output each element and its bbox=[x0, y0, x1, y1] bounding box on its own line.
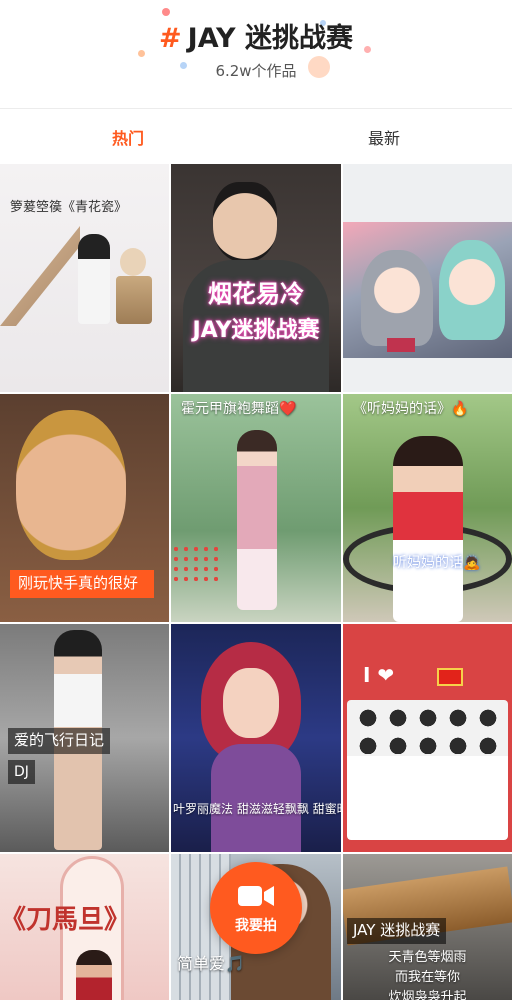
video-caption: 箩萲箜篌《青花瓷》 bbox=[10, 200, 128, 215]
camera-icon bbox=[238, 886, 274, 906]
video-card[interactable]: I ❤ bbox=[343, 624, 512, 852]
video-overlay-text: 听妈妈的话🙇 bbox=[393, 555, 481, 571]
harp-figure bbox=[0, 226, 80, 326]
hashtag-icon: # bbox=[159, 23, 182, 54]
video-lyric: 天青色等烟雨 bbox=[388, 950, 467, 965]
video-card[interactable]: 霍元甲旗袍舞蹈❤️ bbox=[171, 394, 341, 622]
person-head bbox=[213, 182, 277, 262]
header-divider bbox=[0, 108, 512, 109]
anime-character bbox=[439, 240, 505, 340]
anime-character bbox=[361, 250, 433, 346]
record-button-label: 我要拍 bbox=[235, 918, 277, 934]
performer-figure bbox=[76, 950, 112, 1000]
girl-figure bbox=[393, 436, 463, 622]
video-lyric: 而我在等你 bbox=[394, 970, 460, 985]
dancer-figure bbox=[237, 430, 277, 610]
video-card[interactable] bbox=[343, 164, 512, 392]
cat-figure bbox=[120, 248, 146, 276]
doll-face bbox=[223, 668, 279, 738]
video-overlay-text: 烟花易冷 bbox=[208, 280, 304, 308]
video-card[interactable]: 刚玩快手真的很好 bbox=[0, 394, 169, 622]
video-caption: 简单爱🎵 bbox=[177, 954, 245, 973]
record-button[interactable]: 我要拍 bbox=[210, 862, 302, 954]
page: # JAY 迷挑战赛 6.2w个作品 热门 最新 箩萲箜篌《青花瓷》 烟花易冷 J… bbox=[0, 0, 512, 1000]
decor-dot bbox=[162, 8, 170, 16]
video-caption: 《刀馬旦》 bbox=[0, 905, 131, 935]
group-heads bbox=[353, 704, 503, 754]
anime-bow bbox=[387, 338, 415, 352]
video-overlay-text: I ❤ bbox=[363, 663, 395, 687]
video-caption: 《听妈妈的话》🔥 bbox=[353, 401, 469, 417]
video-card[interactable]: 叶罗丽魔法 甜滋滋轻飘飘 甜蜜时刻 bbox=[171, 624, 341, 852]
video-tag: DJ bbox=[8, 760, 35, 785]
cat-stand bbox=[116, 276, 152, 324]
video-card[interactable]: 烟花易冷 JAY迷挑战赛 bbox=[171, 164, 341, 392]
page-title: # JAY 迷挑战赛 bbox=[0, 16, 512, 55]
video-caption: 刚玩快手真的很好 bbox=[10, 570, 154, 598]
tab-hot[interactable]: 热门 bbox=[0, 110, 256, 164]
page-title-text: JAY 迷挑战赛 bbox=[187, 23, 353, 54]
flowers bbox=[171, 544, 221, 584]
video-card[interactable]: 《刀馬旦》 bbox=[0, 854, 169, 1000]
video-card[interactable]: 《听妈妈的话》🔥 听妈妈的话🙇 bbox=[343, 394, 512, 622]
person-figure bbox=[78, 234, 110, 324]
flag-icon bbox=[437, 668, 463, 686]
video-caption: 叶罗丽魔法 甜滋滋轻飘飘 甜蜜时刻 bbox=[173, 802, 341, 816]
video-caption: 爱的飞行日记 bbox=[8, 728, 111, 754]
video-card[interactable]: 箩萲箜篌《青花瓷》 bbox=[0, 164, 169, 392]
header: # JAY 迷挑战赛 6.2w个作品 bbox=[0, 0, 512, 108]
video-card[interactable]: 爱的飞行日记 DJ bbox=[0, 624, 169, 852]
tab-latest[interactable]: 最新 bbox=[256, 110, 512, 164]
video-card[interactable]: JAY 迷挑战赛 天青色等烟雨 而我在等你 炊烟袅袅升起 bbox=[343, 854, 512, 1000]
video-lyric: 炊烟袅袅升起 bbox=[388, 990, 467, 1000]
doll-body bbox=[211, 744, 301, 852]
person-face bbox=[16, 410, 126, 560]
video-overlay-text: JAY迷挑战赛 bbox=[192, 318, 320, 343]
video-caption: 霍元甲旗袍舞蹈❤️ bbox=[181, 401, 297, 417]
works-count: 6.2w个作品 bbox=[215, 62, 297, 80]
video-caption: JAY 迷挑战赛 bbox=[347, 918, 447, 944]
tab-bar: 热门 最新 bbox=[0, 110, 512, 164]
